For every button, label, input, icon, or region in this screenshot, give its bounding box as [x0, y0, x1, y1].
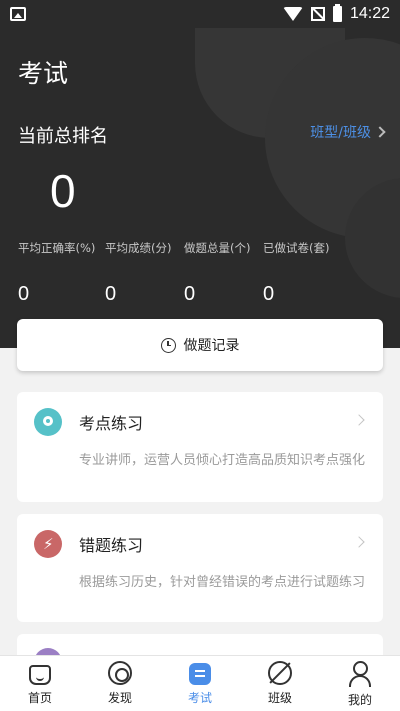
- discover-icon: [108, 661, 132, 685]
- chevron-right-icon: [374, 126, 386, 138]
- lightning-icon: ⚡︎: [34, 530, 62, 558]
- stat-average-score: 平均成绩(分) 0: [105, 240, 171, 306]
- topic-practice-card[interactable]: 考点练习 专业讲师，运营人员倾心打造高品质知识考点强化: [17, 392, 383, 502]
- class-selector-label: 班型/班级: [310, 125, 371, 141]
- rank-label: 当前总排名: [18, 126, 108, 147]
- stat-question-total: 做题总量(个) 0: [184, 240, 250, 306]
- stat-label: 平均正确率(%): [18, 241, 96, 255]
- tab-exam[interactable]: 考试: [160, 656, 240, 711]
- stat-value: 0: [184, 283, 196, 305]
- no-signal-icon: [310, 7, 325, 21]
- stat-value: 0: [263, 283, 275, 305]
- tab-label: 考试: [187, 691, 212, 705]
- wifi-icon: [282, 7, 303, 21]
- card-description: 专业讲师，运营人员倾心打造高品质知识考点强化: [79, 453, 366, 468]
- card-title: 错题练习: [79, 536, 144, 555]
- class-icon: [268, 661, 292, 685]
- tab-label: 发现: [107, 691, 132, 705]
- stat-label: 平均成绩(分): [105, 241, 172, 255]
- stat-value: 0: [18, 283, 30, 305]
- page-title: 考试: [18, 59, 69, 88]
- stat-label: 做题总量(个): [184, 241, 251, 255]
- card-description: 根据练习历史，针对曾经错误的考点进行试题练习: [79, 575, 366, 590]
- location-pin-icon: [34, 408, 62, 436]
- rank-value: 0: [50, 165, 76, 217]
- exam-header: 考试 当前总排名 班型/班级 0 平均正确率(%) 0 平均成绩(分) 0 做题…: [0, 28, 400, 348]
- tab-discover[interactable]: 发现: [80, 656, 160, 711]
- tab-class[interactable]: 班级: [240, 656, 320, 711]
- class-selector-link[interactable]: 班型/班级: [310, 122, 386, 142]
- tab-label: 首页: [27, 691, 52, 705]
- clock-icon: [160, 337, 176, 353]
- stat-value: 0: [105, 283, 117, 305]
- profile-icon: [347, 661, 373, 687]
- bottom-tab-bar: 首页 发现 考试 班级 我的: [0, 655, 400, 711]
- card-title: 考点练习: [79, 414, 144, 433]
- status-icons: 14:22: [282, 4, 390, 23]
- chevron-right-icon: [353, 414, 365, 426]
- status-time: 14:22: [349, 5, 390, 22]
- practice-record-label: 做题记录: [183, 338, 240, 354]
- tab-profile[interactable]: 我的: [320, 656, 400, 711]
- status-bar: 14:22: [0, 0, 400, 28]
- stat-papers-done: 已做试卷(套) 0: [263, 240, 329, 306]
- tab-label: 班级: [267, 691, 292, 705]
- wrong-question-practice-card[interactable]: ⚡︎ 错题练习 根据练习历史，针对曾经错误的考点进行试题练习: [17, 514, 383, 622]
- tab-label: 我的: [347, 693, 372, 707]
- stat-label: 已做试卷(套): [263, 241, 330, 255]
- stat-accuracy: 平均正确率(%) 0: [18, 240, 95, 306]
- chevron-right-icon: [353, 536, 365, 548]
- tab-home[interactable]: 首页: [0, 656, 80, 711]
- exam-icon: [189, 663, 211, 685]
- battery-icon: [332, 4, 342, 22]
- home-icon: [29, 665, 51, 685]
- image-notification-icon: [10, 7, 26, 21]
- practice-record-button[interactable]: 做题记录: [17, 319, 383, 371]
